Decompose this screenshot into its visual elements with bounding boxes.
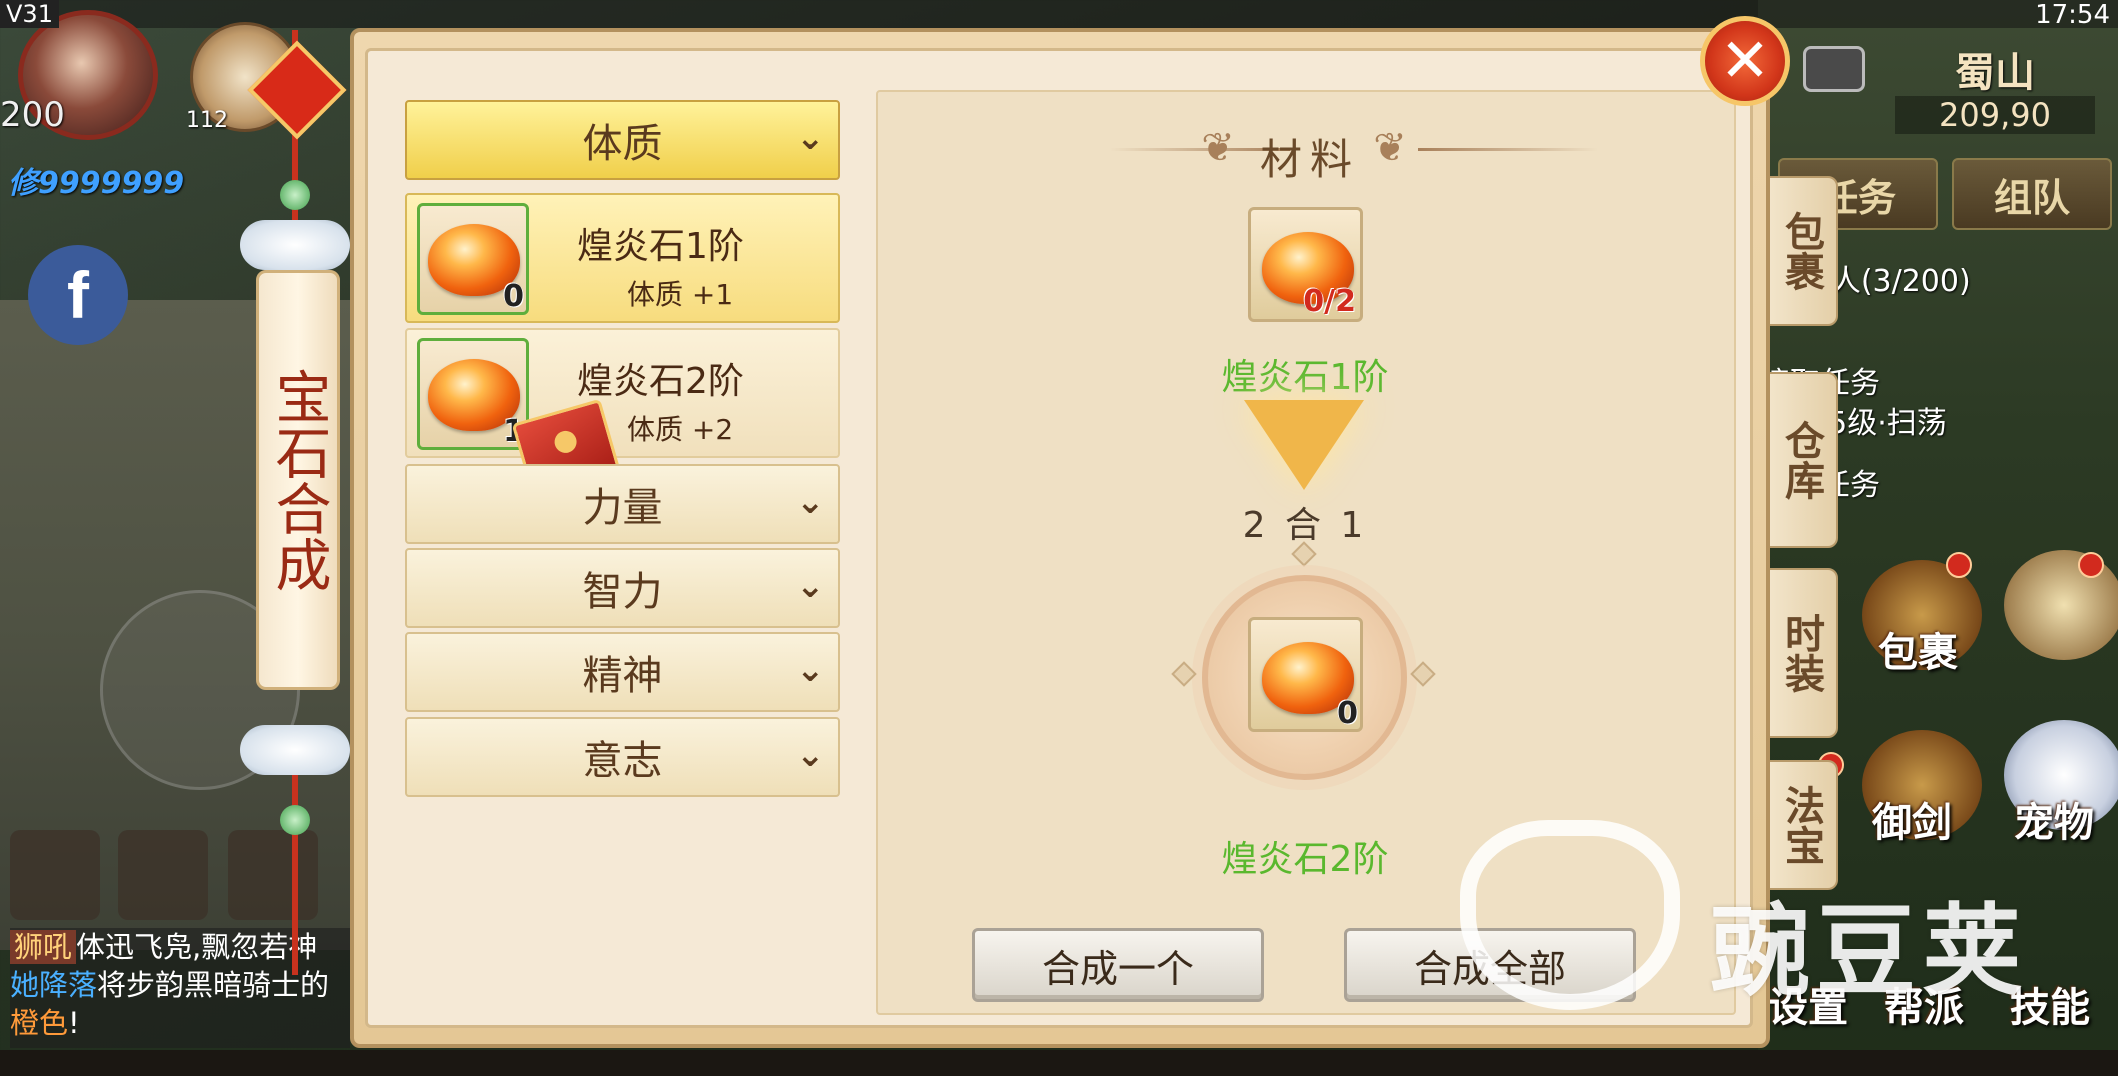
jade-bead-icon [280,180,310,210]
cloud-ornament [240,220,350,270]
category-constitution[interactable]: 体质 ⌄ [405,100,840,180]
chevron-down-icon: ⌄ [796,650,825,690]
material-slot[interactable]: 0/2 [1248,207,1363,322]
chat-item-name[interactable]: 橙色 [10,1006,68,1040]
chevron-down-icon: ⌄ [796,118,825,158]
bottom-strip [0,1050,2118,1076]
gem-slot: 0 [417,203,529,315]
arrow-down-icon [1244,400,1364,490]
close-button[interactable]: ✕ [1700,16,1790,106]
chevron-down-icon: ⌄ [796,482,825,522]
player-power: 修9999999 [8,166,185,201]
gem-list-item[interactable]: 0 煌炎石1阶 体质 +1 [405,193,840,323]
gem-name: 煌炎石1阶 [577,226,744,267]
clock: 17:54 [2035,0,2110,30]
friends-button[interactable] [10,830,100,920]
chat-player-name[interactable]: 她降落 [10,968,97,1002]
category-spirit[interactable]: 精神 ⌄ [405,632,840,712]
vip-level-badge: V31 [0,0,59,28]
synthesize-one-button[interactable]: 合成一个 [972,928,1264,1002]
facebook-icon[interactable]: f [28,245,128,345]
result-name: 煌炎石2阶 [1221,839,1389,880]
title-scroll: 宝石合成 [256,270,340,690]
dialog-title: 宝石合成 [266,368,331,592]
ornament-line [1418,148,1598,151]
category-intellect[interactable]: 智力 ⌄ [405,548,840,628]
gem-list-item[interactable]: 1 煌炎石2阶 体质 +2 [405,328,840,458]
category-label: 智力 [582,569,663,615]
gem-name: 煌炎石2阶 [577,361,744,402]
map-name: 蜀山 [1955,50,2035,96]
side-tab-label: 法宝 [1778,785,1824,865]
tab-team[interactable]: 组队 [1952,158,2112,230]
category-label: 力量 [582,485,663,531]
status-bar: 17:54 [1818,0,2118,34]
notification-dot [2078,552,2104,578]
category-label: 体质 [582,121,663,167]
top-bar [0,0,2118,28]
side-tab-bag[interactable]: 包裹 [1764,176,1838,326]
chevron-down-icon: ⌄ [796,566,825,606]
watermark-logo [1460,820,1680,1010]
pet-level: 112 [186,108,228,133]
side-tab-label: 仓库 [1778,420,1824,500]
camera-icon[interactable] [1803,46,1865,92]
result-slot[interactable]: 0 [1248,617,1363,732]
category-strength[interactable]: 力量 ⌄ [405,464,840,544]
side-tab-fashion[interactable]: 时装 [1764,568,1838,738]
chat-line: 狮吼 体迅飞凫,飘忽若神 [10,928,350,966]
notification-dot [1946,552,1972,578]
skill-label-pet: 宠物 [2014,800,2094,846]
material-name: 煌炎石1阶 [1221,357,1389,398]
chevron-down-icon: ⌄ [796,735,825,775]
player-hp: 200 [0,95,65,135]
gem-slot: 1 [417,338,529,450]
category-label: 意志 [582,738,663,784]
skill-label-bag: 包裹 [1878,630,1958,676]
chat-line: 她降落将步韵黑暗骑士的 [10,966,350,1004]
material-count: 0/2 [1303,284,1356,319]
jade-bead-icon [280,805,310,835]
chat-text: ! [68,1006,80,1040]
chat-button[interactable] [118,830,208,920]
skill-label-sword: 御剑 [1872,800,1952,846]
chat-channel-tag: 狮吼 [10,930,77,964]
map-coords: 209,90 [1895,96,2095,134]
side-tab-warehouse[interactable]: 仓库 [1764,372,1838,548]
side-tab-label: 包裹 [1778,211,1824,291]
cloud-ornament [240,725,350,775]
ornament-knot-icon: ❦ [1201,125,1235,171]
ornament-knot-icon: ❦ [1373,125,1407,171]
category-will[interactable]: 意志 ⌄ [405,717,840,797]
synthesis-ratio: 2 合 1 [1242,505,1368,546]
chat-line: 橙色! [10,1004,350,1042]
voice-button[interactable] [228,830,318,920]
gem-stat: 体质 +2 [627,413,734,446]
chat-log[interactable]: 狮吼 体迅飞凫,飘忽若神 她降落将步韵黑暗骑士的 橙色! [10,928,350,1048]
materials-title: 材料 [1260,135,1361,184]
gem-stat: 体质 +1 [627,278,734,311]
result-count: 0 [1337,696,1358,731]
category-label: 精神 [582,653,663,699]
gem-count: 0 [503,279,524,314]
watermark-text: 豌豆荚 [1710,893,2028,1010]
chat-text: 体迅飞凫,飘忽若神 [76,930,318,964]
side-tab-label: 时装 [1778,613,1824,693]
